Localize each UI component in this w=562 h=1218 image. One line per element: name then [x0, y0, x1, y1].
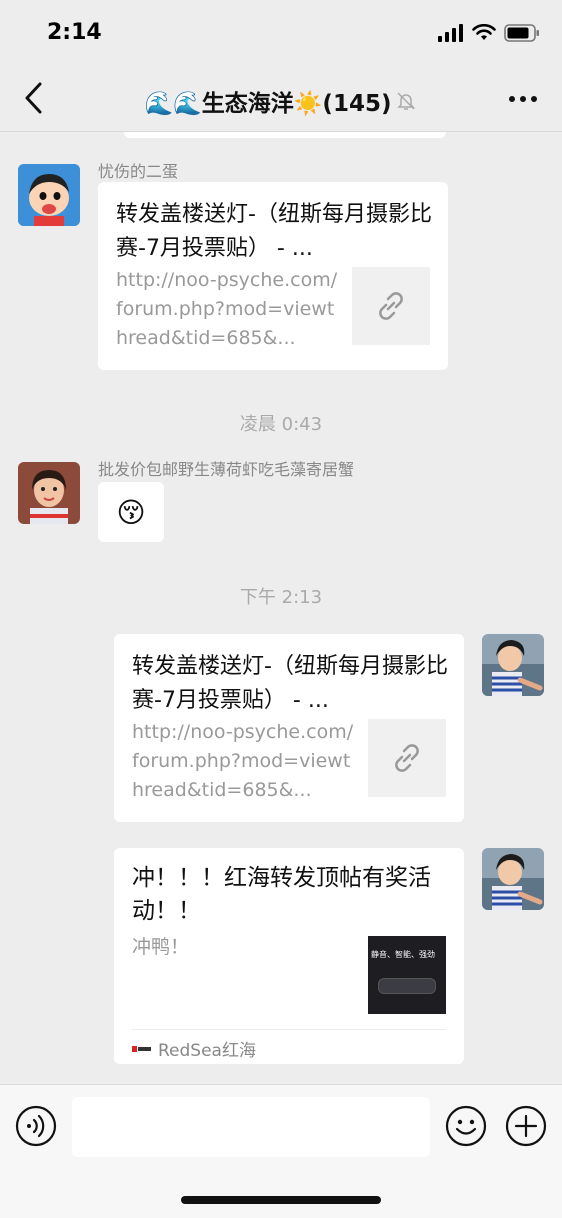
avatar-photo-icon [18, 462, 80, 524]
avatar[interactable] [18, 462, 80, 524]
nav-bar: 🌊🌊生态海洋☀️(145) [0, 66, 562, 132]
time-separator: 下午 2:13 [239, 587, 323, 608]
avatar-self-photo-icon [482, 634, 544, 696]
more-icon[interactable] [506, 82, 540, 116]
battery-icon [504, 24, 539, 42]
time-separator: 凌晨 0:43 [239, 414, 323, 435]
mute-bell-icon [397, 92, 416, 110]
link-thumbnail [352, 267, 430, 345]
article-source: RedSea红海 [132, 1036, 256, 1061]
previous-message-bubble[interactable] [124, 132, 446, 138]
article-thumbnail: 静音、智能、强劲 [368, 936, 446, 1014]
link-url: http://noo-psyche.com/forum.php?mod=view… [116, 269, 338, 349]
link-title: 转发盖楼送灯-（纽斯每月摄影比赛-7月投票贴） - ... [116, 202, 432, 261]
plus-icon[interactable] [505, 1105, 547, 1147]
article-divider [132, 1029, 446, 1030]
signal-icon [438, 24, 463, 42]
avatar-self-photo-icon [482, 848, 544, 910]
sender-name: 忧伤的二蛋 [98, 162, 179, 181]
link-icon [395, 744, 419, 772]
emoji-message[interactable]: 😚 [98, 482, 164, 542]
article-title: 冲！！！红海转发顶帖有奖活动！！ [132, 865, 431, 924]
link-url: http://noo-psyche.com/forum.php?mod=view… [132, 721, 354, 801]
article-card-message[interactable]: 冲！！！红海转发顶帖有奖活动！！ 冲鸭！ 静音、智能、强劲 RedSea红海 [114, 848, 464, 1064]
sender-name: 批发价包邮野生薄荷虾吃毛藻寄居蟹 [98, 460, 355, 479]
link-title: 转发盖楼送灯-（纽斯每月摄影比赛-7月投票贴） - ... [132, 654, 448, 713]
emoji-content: 😚 [116, 495, 146, 529]
article-source-name: RedSea红海 [158, 1041, 256, 1061]
avatar[interactable] [18, 164, 80, 226]
avatar-self[interactable] [482, 848, 544, 910]
emoji-icon[interactable] [445, 1105, 487, 1147]
chat-title[interactable]: 🌊🌊生态海洋☀️(145) [0, 84, 562, 118]
article-desc: 冲鸭！ [132, 936, 190, 958]
product-shape [378, 978, 436, 994]
link-thumbnail [368, 719, 446, 797]
avatar-cartoon-icon [18, 164, 80, 226]
avatar-self[interactable] [482, 634, 544, 696]
redsea-logo-icon [132, 1045, 151, 1052]
home-indicator[interactable] [181, 1196, 381, 1204]
wifi-icon [472, 24, 496, 40]
status-icons [438, 24, 540, 42]
chat-messages[interactable]: 忧伤的二蛋 转发盖楼送灯-（纽斯每月摄影比赛-7月投票贴） - ... http… [0, 132, 562, 1084]
status-time: 2:14 [47, 20, 102, 45]
message-input[interactable] [72, 1097, 430, 1157]
link-icon [379, 292, 403, 320]
status-bar: 2:14 [0, 0, 562, 66]
chat-title-text: 🌊🌊生态海洋☀️(145) [144, 91, 392, 117]
article-thumbnail-text: 静音、智能、强劲 [371, 950, 435, 959]
link-card-message[interactable]: 转发盖楼送灯-（纽斯每月摄影比赛-7月投票贴） - ... http://noo… [114, 634, 464, 822]
link-card-message[interactable]: 转发盖楼送灯-（纽斯每月摄影比赛-7月投票贴） - ... http://noo… [98, 182, 448, 370]
voice-icon[interactable] [15, 1105, 57, 1147]
